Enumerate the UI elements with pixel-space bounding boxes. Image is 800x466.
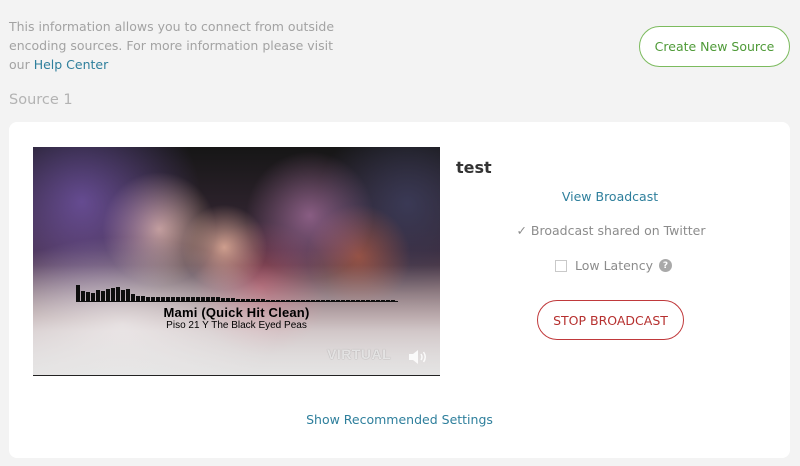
- equalizer-bar: [366, 300, 370, 301]
- equalizer-bar: [241, 299, 245, 301]
- equalizer-bar: [176, 297, 180, 301]
- show-recommended-settings-link[interactable]: Show Recommended Settings: [9, 412, 790, 427]
- equalizer-bar: [286, 300, 290, 301]
- equalizer-bar: [356, 300, 360, 301]
- equalizer-bar: [271, 300, 275, 301]
- video-watermark: VIRTUAL: [327, 346, 392, 362]
- help-icon[interactable]: ?: [659, 259, 672, 272]
- equalizer-bar: [326, 300, 330, 301]
- low-latency-label: Low Latency: [575, 258, 653, 273]
- equalizer-bar: [301, 300, 305, 301]
- low-latency-option: Low Latency ?: [555, 258, 672, 273]
- equalizer-bar: [236, 299, 240, 301]
- equalizer-bar: [376, 300, 380, 301]
- equalizer-bar: [316, 300, 320, 301]
- equalizer-bar: [381, 300, 385, 301]
- stop-broadcast-button[interactable]: STOP BROADCAST: [537, 300, 684, 340]
- equalizer-bar: [296, 300, 300, 301]
- equalizer-bar: [371, 300, 375, 301]
- equalizer-bar: [311, 300, 315, 301]
- equalizer-bar: [116, 287, 120, 301]
- equalizer-bar: [386, 300, 390, 301]
- equalizer-bar: [226, 298, 230, 301]
- equalizer-bar: [351, 300, 355, 301]
- connection-info-text: This information allows you to connect f…: [9, 17, 339, 74]
- help-center-link[interactable]: Help Center: [34, 57, 109, 72]
- equalizer-bar: [331, 300, 335, 301]
- equalizer-bar: [196, 297, 200, 301]
- audio-equalizer: [76, 281, 398, 302]
- equalizer-bar: [81, 291, 85, 301]
- equalizer-bar: [306, 300, 310, 301]
- equalizer-bar: [101, 291, 105, 301]
- equalizer-bar: [166, 297, 170, 301]
- equalizer-bar: [216, 297, 220, 301]
- equalizer-bar: [111, 288, 115, 301]
- equalizer-bar: [156, 297, 160, 301]
- equalizer-bar: [131, 294, 135, 301]
- equalizer-bar: [206, 297, 210, 301]
- equalizer-bar: [341, 300, 345, 301]
- source-heading: Source 1: [9, 92, 73, 108]
- equalizer-bar: [86, 292, 90, 301]
- equalizer-bar: [96, 290, 100, 301]
- view-broadcast-link[interactable]: View Broadcast: [515, 189, 705, 204]
- equalizer-bar: [231, 298, 235, 301]
- equalizer-bar: [121, 290, 125, 301]
- equalizer-bar: [266, 300, 270, 301]
- broadcast-title: test: [456, 158, 492, 177]
- equalizer-bar: [191, 297, 195, 301]
- equalizer-bar: [151, 297, 155, 301]
- equalizer-bar: [251, 299, 255, 301]
- create-new-source-button[interactable]: Create New Source: [639, 26, 790, 67]
- equalizer-bar: [321, 300, 325, 301]
- equalizer-bar: [276, 300, 280, 301]
- equalizer-bar: [126, 289, 130, 301]
- equalizer-bar: [336, 300, 340, 301]
- low-latency-checkbox[interactable]: [555, 259, 567, 272]
- equalizer-bar: [186, 297, 190, 301]
- equalizer-bar: [181, 297, 185, 301]
- equalizer-bar: [256, 299, 260, 301]
- equalizer-bar: [161, 297, 165, 301]
- song-title: Mami (Quick Hit Clean): [163, 305, 310, 320]
- equalizer-bar: [106, 289, 110, 301]
- equalizer-bar: [246, 299, 250, 301]
- equalizer-bar: [141, 296, 145, 301]
- song-artist: Piso 21 Y The Black Eyed Peas: [166, 320, 307, 331]
- equalizer-bar: [211, 297, 215, 301]
- equalizer-bar: [136, 296, 140, 301]
- equalizer-bar: [76, 285, 80, 301]
- volume-icon[interactable]: [407, 349, 429, 365]
- equalizer-bar: [281, 300, 285, 301]
- equalizer-bar: [291, 300, 295, 301]
- equalizer-bar: [201, 297, 205, 301]
- equalizer-bar: [346, 300, 350, 301]
- broadcast-video-preview[interactable]: Mami (Quick Hit Clean) Piso 21 Y The Bla…: [33, 147, 440, 376]
- equalizer-bar: [171, 297, 175, 301]
- equalizer-bar: [146, 297, 150, 301]
- equalizer-bar: [91, 293, 95, 301]
- equalizer-bar: [391, 300, 395, 301]
- twitter-share-status: ✓ Broadcast shared on Twitter: [516, 223, 706, 238]
- equalizer-bar: [361, 300, 365, 301]
- equalizer-bar: [221, 298, 225, 301]
- source-card: Mami (Quick Hit Clean) Piso 21 Y The Bla…: [9, 122, 790, 458]
- equalizer-bar: [261, 299, 265, 301]
